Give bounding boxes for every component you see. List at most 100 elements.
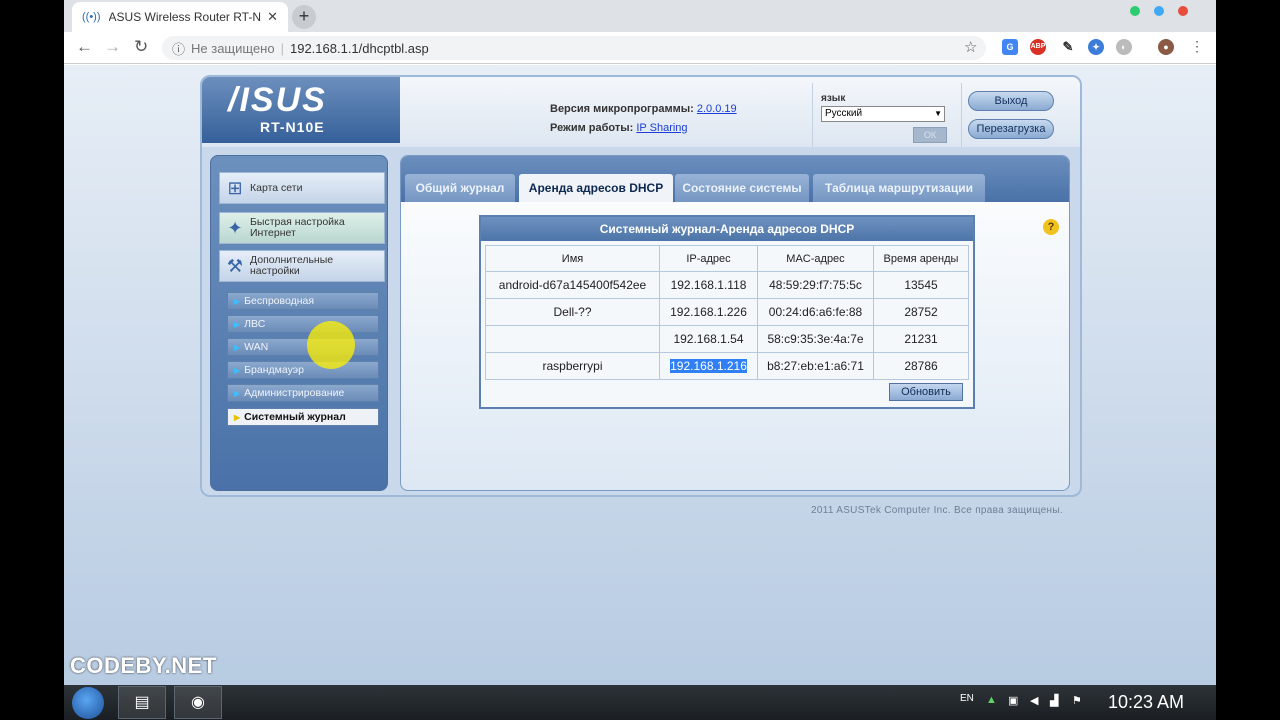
- arrow-icon: ▶: [234, 366, 241, 375]
- menu-wan[interactable]: ▶ WAN: [227, 338, 379, 356]
- divider: |: [280, 40, 284, 56]
- menu-lan[interactable]: ▶ ЛВС: [227, 315, 379, 333]
- translate-extension-icon[interactable]: G: [1002, 39, 1018, 55]
- menu-advanced[interactable]: ⚒ Дополнительные настройки: [219, 250, 385, 282]
- tab-title: ASUS Wireless Router RT-N10E: [108, 10, 262, 24]
- new-tab-button[interactable]: +: [292, 5, 316, 29]
- reload-icon[interactable]: ↻: [134, 37, 148, 57]
- menu-icon[interactable]: ⋮: [1190, 38, 1204, 55]
- tab-routing-table[interactable]: Таблица маршрутизации: [813, 174, 985, 202]
- column-header: Имя: [485, 245, 660, 272]
- column-header: Время аренды: [873, 245, 969, 272]
- menu-network-map[interactable]: ⊞ Карта сети: [219, 172, 385, 204]
- menu-administration[interactable]: ▶ Администрирование: [227, 384, 379, 402]
- reboot-button[interactable]: Перезагрузка: [968, 119, 1054, 139]
- menu-firewall[interactable]: ▶ Брандмауэр: [227, 361, 379, 379]
- logout-button[interactable]: Выход: [968, 91, 1054, 111]
- refresh-button[interactable]: Обновить: [889, 383, 963, 401]
- back-icon[interactable]: ←: [76, 37, 93, 57]
- cursor-highlight: [307, 321, 355, 369]
- router-page: /ISUS RT-N10E Версия микропрограммы: 2.0…: [64, 65, 1216, 685]
- language-box: язык Русский ▼ ОК: [812, 83, 962, 147]
- browser-tab[interactable]: ((•)) ASUS Wireless Router RT-N10E ✕: [72, 2, 288, 32]
- mode-info: Режим работы: IP Sharing: [550, 122, 688, 134]
- close-icon[interactable]: ✕: [267, 9, 278, 25]
- menu-quick-setup[interactable]: ✦ Быстрая настройка Интернет: [219, 212, 385, 244]
- menu-item-label: Карта сети: [250, 181, 303, 194]
- cell-mac: 48:59:29:f7:75:5c: [757, 271, 874, 299]
- dropdown-arrow-icon: ▼: [934, 109, 942, 118]
- cell-mac: 00:24:d6:a6:fe:88: [757, 298, 874, 326]
- table-header-row: Имя IP-адрес MAC-адрес Время аренды: [485, 245, 969, 272]
- cell-lease: 21231: [873, 325, 969, 353]
- network-icon[interactable]: ▟: [1050, 694, 1058, 707]
- language-indicator[interactable]: EN: [960, 693, 974, 704]
- table-row: raspberrypi 192.168.1.216 b8:27:eb:e1:a6…: [485, 352, 969, 380]
- cell-mac: 58:c9:35:3e:4a:7e: [757, 325, 874, 353]
- apply-button[interactable]: ОК: [913, 127, 947, 143]
- menu-item-label: Системный журнал: [244, 411, 346, 423]
- taskbar: ▤ ◉ EN ▲ ▣ ◀ ▟ ⚑ 10:23 AM: [64, 685, 1216, 720]
- language-select[interactable]: Русский ▼: [821, 106, 945, 122]
- left-letterbox: [0, 0, 64, 720]
- bookmark-star-icon[interactable]: ☆: [964, 38, 977, 56]
- settings-extension-icon[interactable]: ✦: [1088, 39, 1104, 55]
- clock: 10:23 AM: [1108, 692, 1185, 712]
- url-text: 192.168.1.1/dhcptbl.asp: [289, 40, 429, 56]
- start-button[interactable]: [72, 687, 104, 719]
- arrow-icon: ▶: [234, 343, 241, 352]
- arrow-icon: ▶: [234, 389, 241, 398]
- cell-lease: 28786: [873, 352, 969, 380]
- volume-icon[interactable]: ◀: [1030, 694, 1038, 707]
- taskbar-app-chrome[interactable]: ◉: [174, 686, 222, 719]
- right-letterbox: [1216, 0, 1280, 720]
- menu-wireless[interactable]: ▶ Беспроводная: [227, 292, 379, 310]
- globe-extension-icon[interactable]: ◐: [1116, 39, 1132, 55]
- selected-ip-text[interactable]: 192.168.1.216: [670, 359, 747, 373]
- table-row: Dell-?? 192.168.1.226 00:24:d6:a6:fe:88 …: [485, 298, 969, 326]
- column-header: IP-адрес: [659, 245, 758, 272]
- taskbar-app-document[interactable]: ▤: [118, 686, 166, 719]
- minimize-icon[interactable]: [1130, 6, 1140, 16]
- address-bar[interactable]: ⓘ Не защищено | 192.168.1.1/dhcptbl.asp: [162, 36, 986, 60]
- flag-icon[interactable]: ⚑: [1072, 694, 1082, 707]
- asus-logo-block: /ISUS RT-N10E: [202, 77, 400, 143]
- wifi-icon: ((•)): [82, 11, 101, 23]
- pen-extension-icon[interactable]: ✎: [1060, 39, 1076, 55]
- menu-system-log[interactable]: ▶ Системный журнал: [227, 408, 379, 426]
- router-frame: /ISUS RT-N10E Версия микропрограммы: 2.0…: [200, 75, 1082, 497]
- help-icon[interactable]: ?: [1043, 219, 1059, 235]
- tray-app-icon[interactable]: ▣: [1008, 694, 1018, 707]
- column-header: MAC-адрес: [757, 245, 874, 272]
- tab-system-status[interactable]: Состояние системы: [675, 174, 809, 202]
- firmware-link[interactable]: 2.0.0.19: [697, 103, 737, 115]
- language-value: Русский: [825, 108, 863, 119]
- cell-name: android-d67a145400f542ee: [485, 271, 660, 299]
- adblock-extension-icon[interactable]: ABP: [1030, 39, 1046, 55]
- menu-item-label: ЛВС: [244, 318, 266, 330]
- cell-ip[interactable]: 192.168.1.216: [659, 352, 758, 380]
- firmware-info: Версия микропрограммы: 2.0.0.19: [550, 103, 737, 115]
- mode-label: Режим работы:: [550, 122, 634, 134]
- table-row: 192.168.1.54 58:c9:35:3e:4a:7e 21231: [485, 325, 969, 353]
- arrow-icon: ▶: [234, 320, 241, 329]
- dhcp-lease-table: Имя IP-адрес MAC-адрес Время аренды andr…: [485, 245, 969, 380]
- asus-logo: /ISUS: [228, 81, 327, 119]
- maximize-icon[interactable]: [1154, 6, 1164, 16]
- firmware-label: Версия микропрограммы:: [550, 103, 694, 115]
- cell-ip: 192.168.1.118: [659, 271, 758, 299]
- table-row: android-d67a145400f542ee 192.168.1.118 4…: [485, 271, 969, 299]
- info-icon[interactable]: ⓘ: [172, 39, 185, 58]
- forward-icon[interactable]: →: [104, 37, 121, 57]
- close-window-icon[interactable]: [1178, 6, 1188, 16]
- tray-arrow-icon[interactable]: ▲: [986, 694, 997, 706]
- cell-ip: 192.168.1.54: [659, 325, 758, 353]
- mode-link[interactable]: IP Sharing: [636, 122, 687, 134]
- avatar[interactable]: ●: [1158, 39, 1174, 55]
- tab-strip: ((•)) ASUS Wireless Router RT-N10E ✕ +: [64, 0, 1216, 32]
- watermark-logo: CODEBY.NET: [70, 653, 217, 678]
- menu-item-label: Быстрая настройка Интернет: [250, 216, 345, 239]
- content-panel: Общий журнал Аренда адресов DHCP Состоян…: [400, 155, 1070, 491]
- tab-general-log[interactable]: Общий журнал: [405, 174, 515, 202]
- tab-dhcp-leases[interactable]: Аренда адресов DHCP: [519, 174, 673, 202]
